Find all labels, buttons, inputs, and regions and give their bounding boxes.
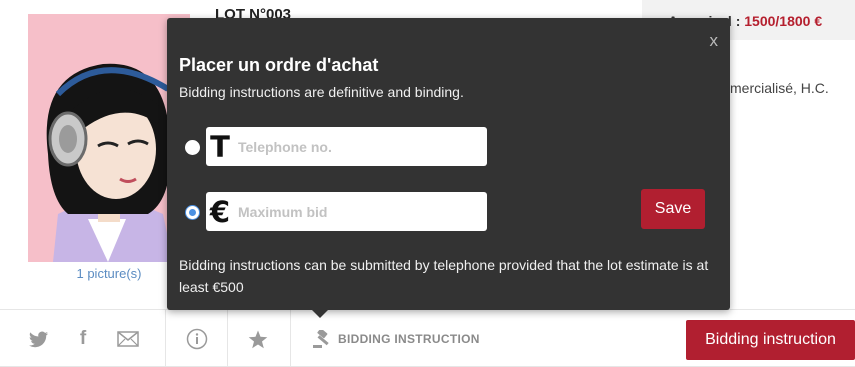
picture-count-link[interactable]: 1 picture(s) xyxy=(28,266,190,281)
estimate-value: 1500/1800 € xyxy=(744,13,823,29)
action-bar: f BIDDING INSTRUCTION Bidding instructio… xyxy=(0,309,855,367)
star-icon[interactable] xyxy=(247,328,269,350)
telephone-field[interactable]: T xyxy=(206,127,487,166)
divider xyxy=(290,310,291,367)
bidding-instruction-button[interactable]: Bidding instruction xyxy=(686,320,855,360)
divider xyxy=(227,310,228,367)
gavel-icon xyxy=(313,330,329,348)
popover-subtitle: Bidding instructions are definitive and … xyxy=(179,84,464,100)
lot-illustration xyxy=(28,14,190,262)
twitter-icon[interactable] xyxy=(28,328,50,350)
max-bid-radio[interactable] xyxy=(185,205,200,220)
euro-icon: € xyxy=(209,194,231,229)
max-bid-input[interactable] xyxy=(234,193,487,230)
telephone-input[interactable] xyxy=(234,128,487,165)
lot-description: mercialisé, H.C. xyxy=(730,80,829,96)
popover-arrow xyxy=(310,308,330,318)
bidding-popover: x Placer un ordre d'achat Bidding instru… xyxy=(167,18,730,310)
bidding-instruction-link[interactable]: BIDDING INSTRUCTION xyxy=(312,330,480,348)
max-bid-field[interactable]: € xyxy=(206,192,487,231)
popover-title: Placer un ordre d'achat xyxy=(179,55,379,75)
info-icon[interactable] xyxy=(186,328,208,350)
save-button[interactable]: Save xyxy=(641,189,705,229)
mail-icon[interactable] xyxy=(116,328,140,350)
popover-note: Bidding instructions can be submitted by… xyxy=(179,257,709,295)
bidding-instruction-link-label: BIDDING INSTRUCTION xyxy=(338,332,480,346)
lot-image[interactable] xyxy=(28,14,190,262)
divider xyxy=(165,310,166,367)
close-icon[interactable]: x xyxy=(710,31,719,51)
telephone-radio[interactable] xyxy=(185,140,200,155)
facebook-icon[interactable]: f xyxy=(76,328,90,350)
telephone-icon: T xyxy=(210,129,230,164)
